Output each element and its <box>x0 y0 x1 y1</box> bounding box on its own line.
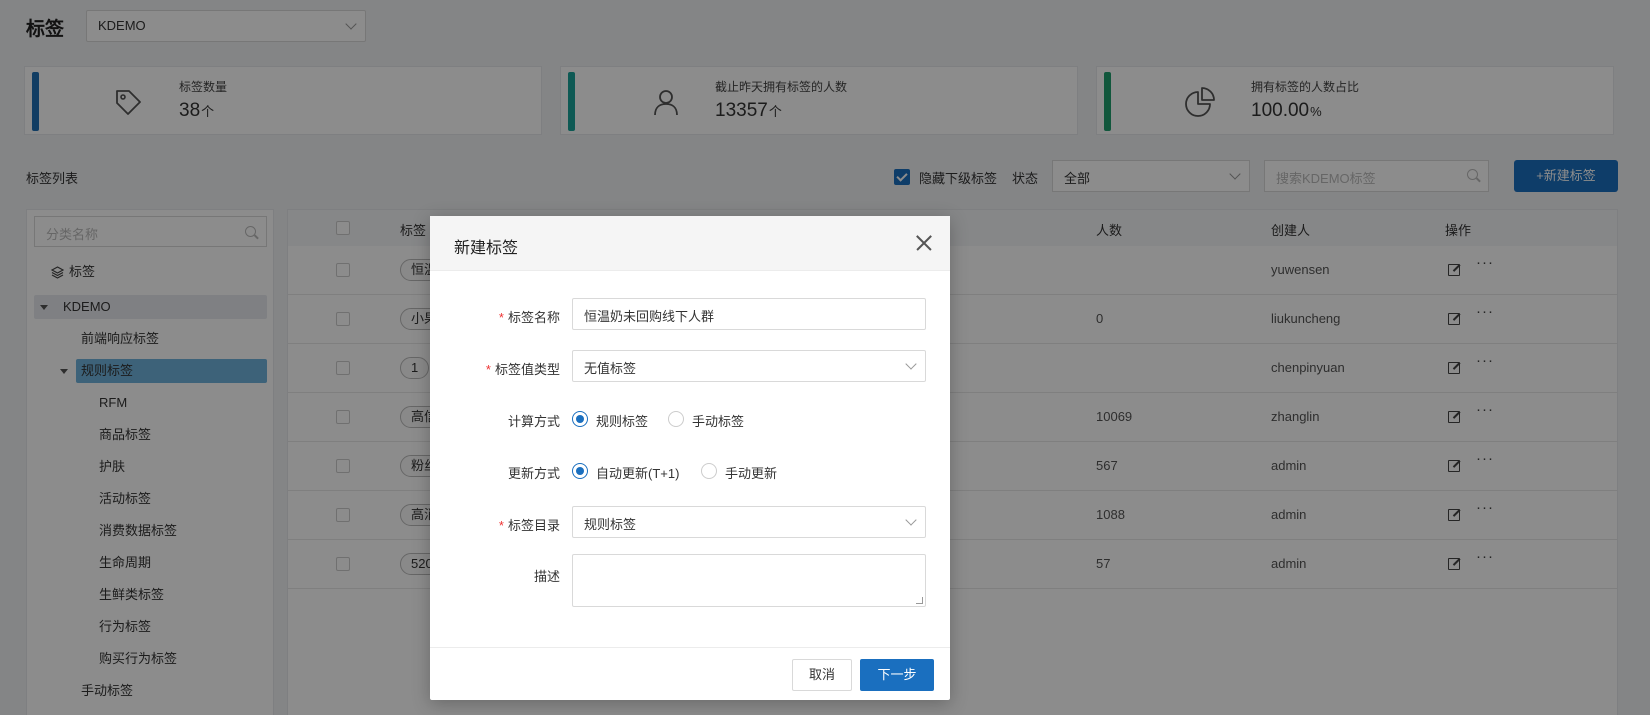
calc-rule-label[interactable]: 规则标签 <box>596 411 648 430</box>
update-manual-radio[interactable] <box>701 463 717 479</box>
calc-method-label: 计算方式 <box>507 414 560 429</box>
dialog-header: 新建标签 <box>430 216 950 271</box>
new-tag-dialog: 新建标签 * 标签名称 恒温奶未回购线下人群 * 标签值类型 无值标签 计算方式 规… <box>430 216 950 700</box>
tag-directory-select[interactable]: 规则标签 <box>572 506 926 538</box>
tag-name-label: * 标签名称 <box>440 307 560 326</box>
required-mark: * <box>485 362 491 377</box>
update-method-label: 更新方式 <box>507 466 560 481</box>
close-icon[interactable] <box>914 233 934 253</box>
tag-directory-label: * 标签目录 <box>440 515 560 534</box>
tag-directory-label-text: 标签目录 <box>507 518 560 533</box>
update-manual-label[interactable]: 手动更新 <box>725 463 777 482</box>
value-type-select[interactable]: 无值标签 <box>572 350 926 382</box>
cancel-button[interactable]: 取消 <box>792 659 852 691</box>
resize-handle-icon[interactable] <box>916 597 923 604</box>
description-textarea[interactable] <box>572 554 926 607</box>
tag-name-input[interactable]: 恒温奶未回购线下人群 <box>572 298 926 330</box>
next-step-button[interactable]: 下一步 <box>860 659 934 691</box>
value-type-label-text: 标签值类型 <box>494 362 560 377</box>
calc-rule-radio[interactable] <box>572 411 588 427</box>
calc-manual-radio[interactable] <box>668 411 684 427</box>
required-mark: * <box>498 518 504 533</box>
required-mark: * <box>498 310 504 325</box>
tag-name-label-text: 标签名称 <box>507 310 560 325</box>
description-label: 描述 <box>533 569 560 584</box>
value-type-label: * 标签值类型 <box>440 359 560 378</box>
update-auto-label[interactable]: 自动更新(T+1) <box>596 463 679 482</box>
dialog-footer-divider <box>430 647 950 648</box>
update-auto-radio[interactable] <box>572 463 588 479</box>
chevron-down-icon <box>905 358 917 370</box>
tag-directory-select-value: 规则标签 <box>584 517 637 532</box>
chevron-down-icon <box>905 514 917 526</box>
value-type-select-value: 无值标签 <box>584 361 637 376</box>
tag-name-input-value: 恒温奶未回购线下人群 <box>584 309 715 324</box>
dialog-title: 新建标签 <box>454 240 519 257</box>
calc-manual-label[interactable]: 手动标签 <box>692 411 744 430</box>
